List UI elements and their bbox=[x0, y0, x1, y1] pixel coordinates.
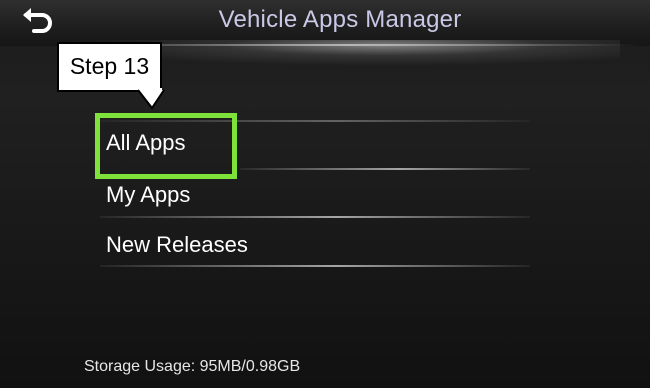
menu-item-label: New Releases bbox=[106, 232, 248, 257]
back-arrow-icon bbox=[23, 8, 52, 33]
back-button[interactable] bbox=[20, 6, 56, 36]
callout-label: Step 13 bbox=[69, 53, 150, 79]
menu-divider bbox=[240, 168, 530, 170]
screen: Vehicle Apps Manager All Apps My Apps Ne… bbox=[0, 0, 650, 388]
page-title: Vehicle Apps Manager bbox=[218, 6, 462, 33]
step-highlight-box bbox=[95, 113, 237, 179]
storage-usage: Storage Usage: 95MB/0.98GB bbox=[84, 358, 301, 375]
callout-pointer bbox=[137, 88, 165, 110]
menu-item-new-releases[interactable]: New Releases bbox=[100, 226, 510, 266]
step-callout: Step 13 bbox=[57, 42, 162, 92]
menu-item-label: My Apps bbox=[106, 182, 191, 207]
menu-item-my-apps[interactable]: My Apps bbox=[100, 176, 510, 216]
menu-divider bbox=[100, 216, 530, 218]
menu-divider bbox=[100, 265, 530, 267]
